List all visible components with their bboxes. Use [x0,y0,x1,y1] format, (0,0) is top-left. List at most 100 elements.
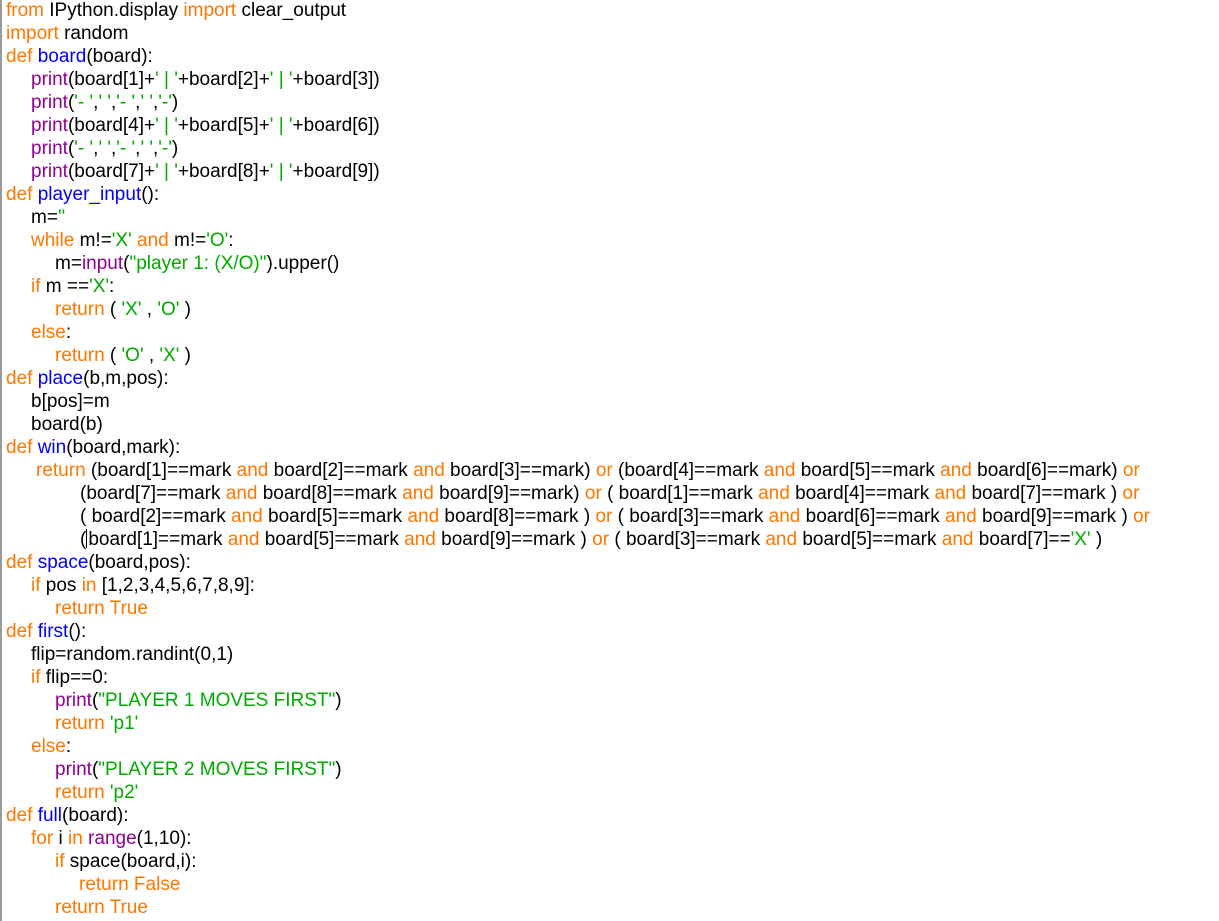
string-literal: '- ' [116,138,136,159]
string-literal: '- ' [74,92,94,113]
string-literal: ' | ' [155,161,178,182]
code-line[interactable]: else: [6,322,1219,345]
code-line[interactable]: (board[7]==mark and board[8]==mark and b… [6,483,1219,506]
code-line[interactable]: print("PLAYER 2 MOVES FIRST") [6,759,1219,782]
code-text: +board[9]) [292,161,380,182]
code-line[interactable]: return (board[1]==mark and board[2]==mar… [6,460,1219,483]
code-editor[interactable]: from IPython.display import clear_output… [0,0,1219,921]
keyword: and [768,506,801,527]
keyword: or [595,460,613,481]
code-text: ( board[3]==mark [612,506,769,527]
code-text: board[5]==mark [262,506,408,527]
code-line[interactable]: print("PLAYER 1 MOVES FIRST") [6,690,1219,713]
keyword: and [231,506,263,527]
keyword: or [1133,506,1150,527]
code-text: (board[4]+ [67,115,156,136]
code-line[interactable]: return ( 'O' , 'X' ) [6,345,1219,368]
string-literal: "player 1: (X/O)" [129,253,267,274]
code-line[interactable]: def place(b,m,pos): [6,368,1219,391]
code-text: ) [335,759,342,780]
code-text: [1,2,3,4,5,6,7,8,9]: [96,575,255,596]
code-line[interactable]: def win(board,mark): [6,437,1219,460]
keyword: return [55,897,105,918]
code-line[interactable]: for i in range(1,10): [6,828,1219,851]
code-line[interactable]: return False [6,874,1219,897]
keyword: def [6,46,33,67]
code-line[interactable]: def first(): [6,621,1219,644]
string-literal: 'p2' [109,782,139,803]
string-literal: ' | ' [269,69,293,90]
function-name: full [37,805,62,826]
function-name: win [37,437,67,458]
builtin: print [55,690,92,711]
code-text: ( board[2]==mark [80,506,232,527]
code-line[interactable]: if pos in [1,2,3,4,5,6,7,8,9]: [6,575,1219,598]
code-text: board[7]==mark ) [966,483,1123,504]
code-line[interactable]: m=input("player 1: (X/O)").upper() [6,253,1219,276]
code-line[interactable]: def space(board,pos): [6,552,1219,575]
code-line[interactable]: else: [6,736,1219,759]
code-line[interactable]: print(board[4]+' | '+board[5]+' | '+boar… [6,115,1219,138]
code-line[interactable]: print(board[7]+' | '+board[8]+' | '+boar… [6,161,1219,184]
keyword: and [137,230,169,251]
code-line[interactable]: while m!='X' and m!='O': [6,230,1219,253]
code-line[interactable]: from IPython.display import clear_output [6,0,1219,23]
code-line[interactable]: def full(board): [6,805,1219,828]
code-line[interactable]: return ( 'X' , 'O' ) [6,299,1219,322]
string-literal: 'X' [111,230,132,251]
code-line[interactable]: if space(board,i): [6,851,1219,874]
code-line[interactable]: return 'p1' [6,713,1219,736]
code-line[interactable]: ( board[2]==mark and board[5]==mark and … [6,506,1219,529]
code-line[interactable]: return 'p2' [6,782,1219,805]
builtin: print [31,161,68,182]
code-text: ) [171,138,179,159]
function-name: space [37,552,89,573]
code-line[interactable]: print('- ',' ','- ',' ','-') [6,92,1219,115]
keyword: return [55,299,105,320]
code-line[interactable]: print('- ',' ','- ',' ','-') [6,138,1219,161]
code-text: IPython.display [44,0,184,21]
code-text: ) [1090,529,1103,550]
keyword: and [402,483,434,504]
function-name: board [37,46,87,67]
code-area[interactable]: from IPython.display import clear_output… [6,0,1219,920]
code-text: pos [40,575,82,596]
builtin: print [31,69,68,90]
keyword: if [31,667,41,688]
code-line[interactable]: return True [6,598,1219,621]
code-text: +board[8]+ [177,161,270,182]
code-text: +board[6]) [292,115,380,136]
code-line[interactable]: return True [6,897,1219,920]
builtin: print [31,138,68,159]
keyword: return [55,713,105,734]
keyword: def [6,184,33,205]
code-text: i [53,828,68,849]
code-line[interactable]: if m =='X': [6,276,1219,299]
code-line[interactable]: (board[1]==mark and board[5]==mark and b… [6,529,1219,552]
string-literal: ' | ' [155,115,178,136]
string-literal: ' ' [98,138,111,159]
keyword: if [55,851,65,872]
string-literal: 'O' [206,230,229,251]
string-literal: 'O' [121,345,144,366]
code-text: m == [40,276,90,297]
code-line[interactable]: import random [6,23,1219,46]
code-line[interactable]: print(board[1]+' | '+board[2]+' | '+boar… [6,69,1219,92]
string-literal: 'X' [159,345,180,366]
code-line[interactable]: flip=random.randint(0,1) [6,644,1219,667]
code-line[interactable]: b[pos]=m [6,391,1219,414]
code-text: m= [31,207,58,228]
code-line[interactable]: def board(board): [6,46,1219,69]
code-line[interactable]: if flip==0: [6,667,1219,690]
keyword: while [31,230,75,251]
keyword: for [31,828,54,849]
code-line[interactable]: m='' [6,207,1219,230]
builtin: print [31,115,68,136]
code-line[interactable]: def player_input(): [6,184,1219,207]
code-text: , [141,299,158,320]
string-literal: '- ' [116,92,136,113]
code-text: board[5]==mark [259,529,405,550]
keyword: and [941,529,974,550]
string-literal: '- ' [74,138,94,159]
code-line[interactable]: board(b) [6,414,1219,437]
